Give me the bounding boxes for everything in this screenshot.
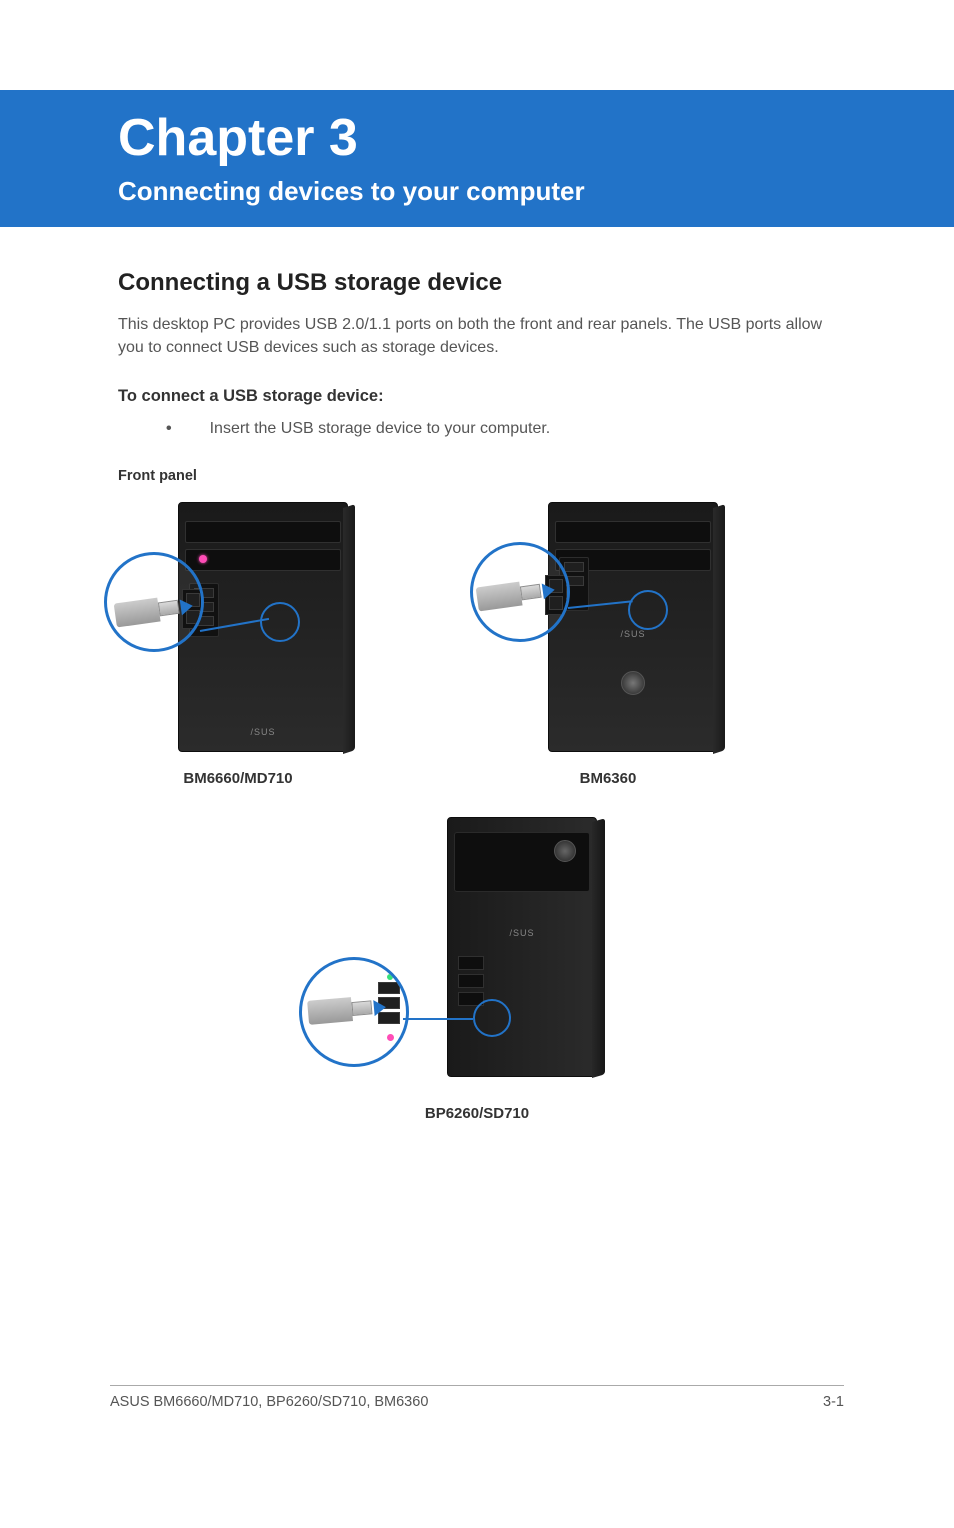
usb-drive-body [114, 598, 161, 628]
front-panel-label: Front panel [118, 468, 836, 484]
chapter-number: Chapter 3 [118, 108, 954, 168]
chapter-subtitle: Connecting devices to your computer [118, 176, 954, 207]
tower-illustration-a: /SUS [108, 502, 368, 762]
callout-magnifier [104, 552, 204, 652]
model-label-a: BM6660/MD710 [183, 770, 292, 787]
power-button-icon [621, 671, 645, 695]
section-heading: Connecting a USB storage device [118, 269, 836, 297]
audio-jack-icon [387, 974, 393, 980]
usb-flash-drive-icon [476, 579, 545, 612]
main-content: Connecting a USB storage device This des… [0, 227, 954, 1122]
insert-arrow-icon [373, 999, 386, 1016]
device-col-a: /SUS BM6660/MD710 [108, 502, 368, 787]
callout-leader-line [403, 1018, 473, 1020]
model-label-c: BP6260/SD710 [425, 1105, 529, 1122]
usb-drive-connector [158, 600, 180, 617]
tower-body: /SUS [548, 502, 718, 752]
usb-drive-connector [520, 584, 542, 601]
usb-flash-drive-icon [307, 996, 375, 1026]
optical-drive [185, 521, 341, 543]
tower-illustration-b: /SUS [478, 502, 738, 762]
sff-side-panel [592, 819, 605, 1079]
page-number: 3-1 [823, 1394, 844, 1410]
brand-logo: /SUS [608, 629, 658, 639]
optical-drive [555, 521, 711, 543]
procedure-heading: To connect a USB storage device: [118, 387, 836, 406]
brand-logo: /SUS [497, 928, 547, 938]
usb-port-icon [549, 596, 563, 610]
device-col-b: /SUS BM6360 [478, 502, 738, 787]
insert-arrow-icon [180, 598, 194, 616]
device-col-c: /SUS [317, 817, 637, 1122]
usb-drive-body [307, 997, 353, 1025]
footer-model-list: ASUS BM6660/MD710, BP6260/SD710, BM6360 [110, 1394, 428, 1410]
usb-port-icon [458, 974, 484, 988]
insert-arrow-icon [542, 582, 556, 600]
brand-logo: /SUS [238, 727, 288, 737]
usb-port-icon [458, 956, 484, 970]
bullet-icon: • [166, 420, 172, 438]
page-footer: ASUS BM6660/MD710, BP6260/SD710, BM6360 … [110, 1385, 844, 1410]
usb-drive-body [476, 582, 523, 612]
tower-side-panel [713, 504, 725, 754]
device-row-bottom: /SUS [118, 817, 836, 1122]
chapter-banner: Chapter 3 Connecting devices to your com… [0, 90, 954, 227]
sff-body: /SUS [447, 817, 597, 1077]
usb-drive-connector [351, 1001, 372, 1017]
callout-magnifier [299, 957, 409, 1067]
usb-flash-drive-icon [114, 595, 183, 628]
intro-paragraph: This desktop PC provides USB 2.0/1.1 por… [118, 313, 836, 359]
instruction-bullet: • Insert the USB storage device to your … [166, 420, 836, 438]
optical-drive [185, 549, 341, 571]
tower-side-panel [343, 504, 355, 754]
model-label-b: BM6360 [580, 770, 637, 787]
callout-magnifier [470, 542, 570, 642]
instruction-text: Insert the USB storage device to your co… [210, 420, 551, 438]
usb-port-icon [378, 982, 400, 994]
audio-jack-icon [387, 1034, 394, 1041]
device-row-top: /SUS BM6660/MD710 [108, 502, 836, 787]
sff-illustration: /SUS [317, 817, 637, 1097]
usb-port-icon [564, 562, 584, 572]
